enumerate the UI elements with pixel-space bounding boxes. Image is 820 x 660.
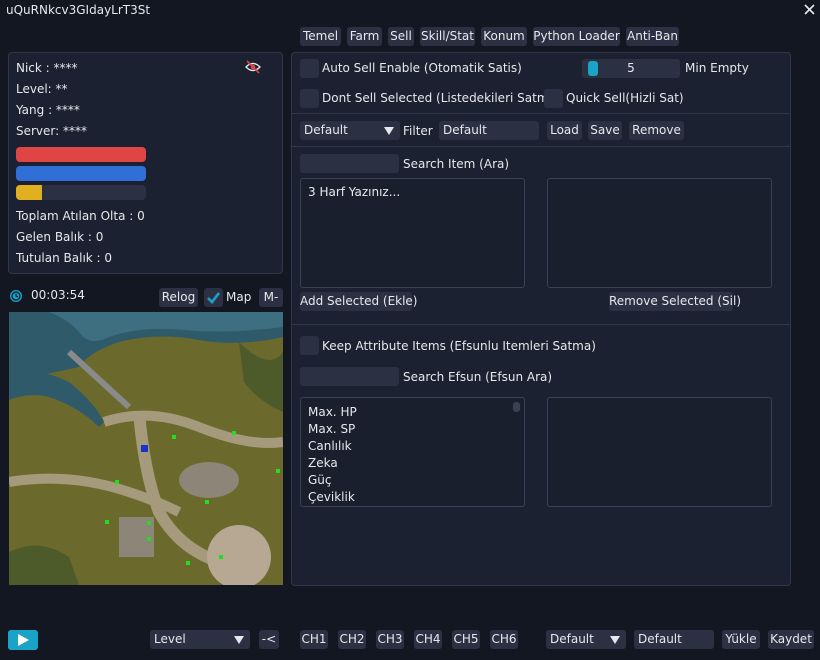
divider <box>292 146 790 147</box>
profile-dropdown[interactable]: Default <box>546 630 626 649</box>
list-item[interactable]: Max. SP <box>308 421 357 438</box>
selected-efsun-list[interactable] <box>547 397 772 507</box>
eye-slash-icon[interactable] <box>244 59 262 75</box>
search-efsun-input[interactable] <box>300 367 399 386</box>
profile-name-input[interactable]: Default <box>634 630 714 649</box>
mp-bar <box>16 166 146 181</box>
channel-button-ch5[interactable]: CH5 <box>452 630 480 649</box>
hp-bar <box>16 147 146 162</box>
add-selected-button[interactable]: Add Selected (Ekle) <box>300 292 418 311</box>
sell-panel: Auto Sell Enable (Otomatik Satis) 5 Min … <box>291 52 791 586</box>
hp-bar-fill <box>16 147 146 162</box>
back-button[interactable]: -< <box>259 630 279 649</box>
chevron-down-icon <box>234 636 244 644</box>
play-icon <box>18 634 29 646</box>
character-info-panel: Nick : **** Level: ** Yang : **** Server… <box>8 52 283 274</box>
relog-button[interactable]: Relog <box>159 288 198 307</box>
minimap[interactable] <box>9 312 283 585</box>
channel-button-ch1[interactable]: CH1 <box>300 630 328 649</box>
dont-sell-selected-label: Dont Sell Selected (Listedekileri Satma) <box>322 91 561 105</box>
profile-select-value: Default <box>304 123 348 137</box>
channel-button-ch2[interactable]: CH2 <box>338 630 366 649</box>
tab-farm[interactable]: Farm <box>347 27 382 46</box>
server-text: Server: **** <box>16 124 87 138</box>
remove-button[interactable]: Remove <box>629 121 684 140</box>
channel-button-ch4[interactable]: CH4 <box>414 630 442 649</box>
keep-attribute-checkbox[interactable] <box>300 336 319 355</box>
tab-temel[interactable]: Temel <box>300 27 341 46</box>
exp-bar-fill <box>16 185 42 200</box>
dont-sell-selected-checkbox[interactable] <box>300 89 319 108</box>
channel-button-ch3[interactable]: CH3 <box>376 630 404 649</box>
list-item[interactable]: Max. HP <box>308 404 357 421</box>
map-checkbox[interactable] <box>204 288 223 307</box>
list-item[interactable]: Güç <box>308 472 357 489</box>
level-select[interactable]: Level <box>150 630 250 649</box>
divider <box>292 324 790 325</box>
efsun-list[interactable]: Max. HP Max. SP Canlılık Zeka Güç Çevikl… <box>300 397 525 507</box>
efsun-list-scrollbar[interactable] <box>513 402 520 412</box>
level-select-value: Level <box>154 632 186 646</box>
selected-items-list[interactable] <box>547 178 772 288</box>
filter-input[interactable]: Default <box>439 121 539 140</box>
tab-python-loader[interactable]: Python Loader <box>533 27 620 46</box>
clock-icon <box>9 289 23 303</box>
chevron-down-icon <box>610 636 620 644</box>
auto-sell-label: Auto Sell Enable (Otomatik Satis) <box>322 61 522 75</box>
keep-attribute-label: Keep Attribute Items (Efsunlu Itemleri S… <box>322 339 596 353</box>
fish-caught-text: Tutulan Balık : 0 <box>16 251 113 265</box>
search-item-input[interactable] <box>300 154 399 173</box>
fish-bite-text: Gelen Balık : 0 <box>16 230 104 244</box>
min-empty-label: Min Empty <box>685 61 749 75</box>
profile-dropdown-value: Default <box>550 632 594 646</box>
quick-sell-checkbox[interactable] <box>544 89 563 108</box>
window-title: uQuRNkcv3GIdayLrT3St <box>6 3 151 17</box>
nick-text: Nick : **** <box>16 61 78 75</box>
yang-text: Yang : **** <box>16 103 80 117</box>
total-cast-text: Toplam Atılan Olta : 0 <box>16 209 145 223</box>
tab-konum[interactable]: Konum <box>481 27 527 46</box>
chevron-down-icon <box>384 127 394 135</box>
profile-select[interactable]: Default <box>300 121 400 140</box>
filter-label: Filter <box>403 124 433 138</box>
tab-sell[interactable]: Sell <box>388 27 414 46</box>
search-efsun-label: Search Efsun (Efsun Ara) <box>403 370 553 384</box>
tab-anti-ban[interactable]: Anti-Ban <box>626 27 679 46</box>
map-label: Map <box>226 290 252 304</box>
list-item[interactable]: Zeka <box>308 455 357 472</box>
level-text: Level: ** <box>16 82 68 96</box>
divider <box>292 113 790 114</box>
remove-selected-button[interactable]: Remove Selected (Sil) <box>609 292 741 311</box>
tab-skill-stat[interactable]: Skill/Stat <box>420 27 475 46</box>
map-minus-button[interactable]: M- <box>259 288 283 307</box>
play-button[interactable] <box>8 630 38 650</box>
mp-bar-fill <box>16 166 146 181</box>
min-empty-value: 5 <box>627 61 635 75</box>
search-item-label: Search Item (Ara) <box>403 157 510 171</box>
efsun-list-items: Max. HP Max. SP Canlılık Zeka Güç Çevikl… <box>308 404 357 506</box>
min-empty-slider[interactable]: 5 <box>582 59 680 78</box>
save-profile-button[interactable]: Kaydet <box>768 630 814 649</box>
channel-button-ch6[interactable]: CH6 <box>490 630 518 649</box>
load-button[interactable]: Load <box>547 121 582 140</box>
save-button[interactable]: Save <box>588 121 622 140</box>
timer-text: 00:03:54 <box>31 288 85 302</box>
item-search-results-list[interactable]: 3 Harf Yazınız... <box>300 178 525 288</box>
close-icon[interactable] <box>803 3 816 16</box>
item-list-placeholder: 3 Harf Yazınız... <box>308 185 401 199</box>
auto-sell-checkbox[interactable] <box>300 59 319 78</box>
list-item[interactable]: Çeviklik <box>308 489 357 506</box>
load-profile-button[interactable]: Yükle <box>722 630 760 649</box>
list-item[interactable]: Canlılık <box>308 438 357 455</box>
exp-bar <box>16 185 146 200</box>
quick-sell-label: Quick Sell(Hizli Sat) <box>566 91 684 105</box>
check-icon <box>207 292 221 304</box>
